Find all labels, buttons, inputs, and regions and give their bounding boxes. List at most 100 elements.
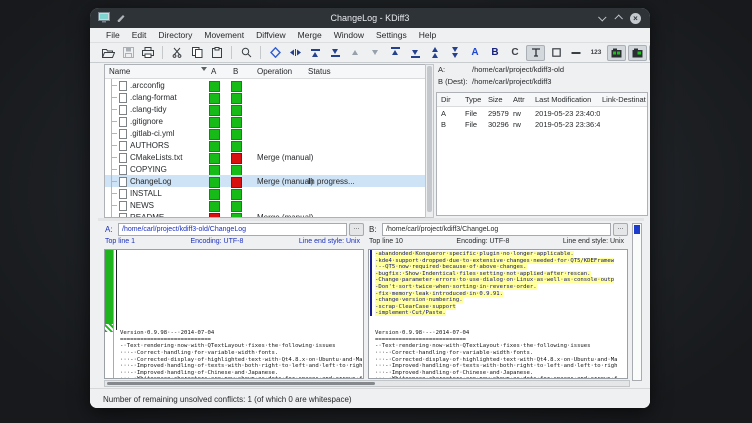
toolbar-separator (162, 46, 163, 59)
column-b[interactable]: B (233, 67, 238, 76)
menu-movement[interactable]: Movement (198, 30, 250, 40)
diff-line: ···-·Corrected·display·of·highlighted·te… (375, 357, 627, 364)
close-button[interactable]: × (630, 13, 641, 24)
file-row[interactable]: COPYING (105, 163, 425, 175)
file-row[interactable]: CMakeLists.txtMerge (manual) (105, 151, 425, 163)
wrap-lines-toggle[interactable] (547, 45, 565, 60)
file-row[interactable]: ChangeLogMerge (manual)In progress... (105, 175, 425, 187)
minimize-button[interactable] (598, 13, 606, 21)
cut-button[interactable] (168, 45, 186, 60)
menu-file[interactable]: File (100, 30, 126, 40)
tree-tick (111, 97, 117, 98)
dir-show-identical-files-button[interactable] (607, 45, 626, 61)
go-to-prev-unsolved-conflict-button[interactable] (426, 45, 444, 60)
file-row[interactable]: READMEMerge (manual) (105, 211, 425, 218)
file-name: .gitignore (130, 117, 163, 126)
copy-button[interactable] (188, 45, 206, 60)
info-row[interactable]: BFile30296rw2019-05-23 23:36:44 (437, 118, 647, 129)
info-column-header[interactable]: Attr (513, 95, 533, 104)
info-column-header[interactable]: Size (488, 95, 511, 104)
select-line-c-button[interactable]: C (506, 45, 524, 60)
show-line-numbers-toggle[interactable]: 123 (587, 45, 605, 60)
diff-line-text: ···-·Improved·handling·of·Chinese·and·Ja… (375, 370, 533, 376)
menu-merge[interactable]: Merge (292, 30, 328, 40)
file-row[interactable]: NEWS (105, 199, 425, 211)
info-b-path: /home/carl/project/kdiff3 (472, 77, 551, 86)
menu-diffview[interactable]: Diffview (250, 30, 292, 40)
diff-horizontal-scrollbar[interactable] (104, 380, 630, 387)
save-button[interactable] (119, 45, 137, 60)
go-to-last-delta-button[interactable] (326, 45, 344, 60)
go-to-first-delta-button[interactable] (306, 45, 324, 60)
word-wrap-button[interactable] (286, 45, 304, 60)
open-file-button[interactable] (99, 45, 117, 60)
info-table-header: DirTypeSizeAttrLast ModificationLink-Des… (437, 93, 647, 107)
status-square-b (231, 201, 242, 212)
menu-settings[interactable]: Settings (370, 30, 413, 40)
file-row[interactable]: .clang-format (105, 91, 425, 103)
pane-a-path-field[interactable]: /home/carl/project/kdiff3-old/ChangeLog (118, 223, 347, 236)
select-line-a-button[interactable]: A (466, 45, 484, 60)
go-to-prev-conflict-button[interactable] (386, 45, 404, 60)
go-to-next-unsolved-conflict-button[interactable] (446, 45, 464, 60)
horizontal-splitter[interactable] (98, 218, 644, 221)
search-icon (241, 47, 252, 58)
find-button[interactable] (237, 45, 255, 60)
menu-help[interactable]: Help (413, 30, 442, 40)
info-column-header[interactable]: Dir (441, 95, 463, 104)
pane-a-text-area[interactable]: Version·0.9.98·--·2014-07-04============… (104, 249, 364, 379)
diff-line: Version·0.9.98·--·2014-07-04 (375, 330, 627, 337)
info-column-header[interactable]: Link-Destination (602, 95, 646, 104)
go-current-delta-button[interactable] (266, 45, 284, 60)
pane-b-path-field[interactable]: /home/carl/project/kdiff3/ChangeLog (382, 223, 611, 236)
next-conflict-icon (411, 47, 420, 58)
menu-window[interactable]: Window (328, 30, 370, 40)
print-button[interactable] (139, 45, 157, 60)
diff-line: ···-·Improved·handling·of·Chinese·and·Ja… (120, 370, 363, 377)
info-row[interactable]: AFile29579rw2019-05-23 23:40:05 (437, 107, 647, 118)
file-row[interactable]: .gitlab-ci.yml (105, 127, 425, 139)
diff-hscrollbar-thumb[interactable] (107, 382, 375, 385)
diff-line: -bugfix:·Show·Indentical·files·setting·n… (375, 271, 627, 278)
first-delta-icon (311, 49, 320, 57)
column-a[interactable]: A (211, 67, 216, 76)
menu-edit[interactable]: Edit (126, 30, 153, 40)
pane-a-browse-button[interactable]: ... (349, 223, 364, 236)
overview-column[interactable] (105, 250, 114, 378)
diff-scrollbar-thumb[interactable] (634, 225, 640, 234)
file-row[interactable]: .arcconfig (105, 79, 425, 91)
column-operation[interactable]: Operation (257, 67, 292, 76)
diff-line (120, 324, 363, 331)
file-row[interactable]: .clang-tidy (105, 103, 425, 115)
file-list-header[interactable]: Name A B Operation Status (105, 65, 425, 79)
maximize-button[interactable] (614, 14, 622, 22)
column-name[interactable]: Name (109, 67, 130, 76)
go-to-prev-delta-button[interactable] (346, 45, 364, 60)
prev-conflict-icon (391, 47, 400, 58)
menu-directory[interactable]: Directory (152, 30, 198, 40)
show-whitespace-toggle[interactable] (526, 45, 545, 61)
file-row[interactable]: INSTALL (105, 187, 425, 199)
overview-toggle[interactable] (567, 45, 585, 60)
word-wrap-icon (289, 48, 302, 57)
file-list-scrollbar-thumb[interactable] (427, 66, 432, 212)
pane-b-text-area[interactable]: -abandonded·Konqueror·specific·plugin·no… (368, 249, 628, 379)
info-column-header[interactable]: Last Modification (535, 95, 600, 104)
select-line-b-button[interactable]: B (486, 45, 504, 60)
info-column-header[interactable]: Type (465, 95, 486, 104)
tree-tick (111, 205, 117, 206)
diff-line (120, 258, 363, 265)
column-status[interactable]: Status (308, 67, 331, 76)
titlebar[interactable]: ChangeLog - KDiff3 × (90, 8, 650, 28)
pane-b-browse-button[interactable]: ... (613, 223, 628, 236)
info-cell: rw (513, 109, 533, 118)
paste-button[interactable] (208, 45, 226, 60)
go-to-next-conflict-button[interactable] (406, 45, 424, 60)
dir-show-files-only-in-a-button[interactable] (649, 45, 650, 61)
go-to-next-delta-button[interactable] (366, 45, 384, 60)
diff-vertical-scrollbar[interactable] (632, 223, 642, 381)
file-row[interactable]: .gitignore (105, 115, 425, 127)
file-row[interactable]: AUTHORS (105, 139, 425, 151)
file-list-scrollbar[interactable] (425, 64, 434, 218)
dir-show-different-files-button[interactable] (628, 45, 647, 61)
